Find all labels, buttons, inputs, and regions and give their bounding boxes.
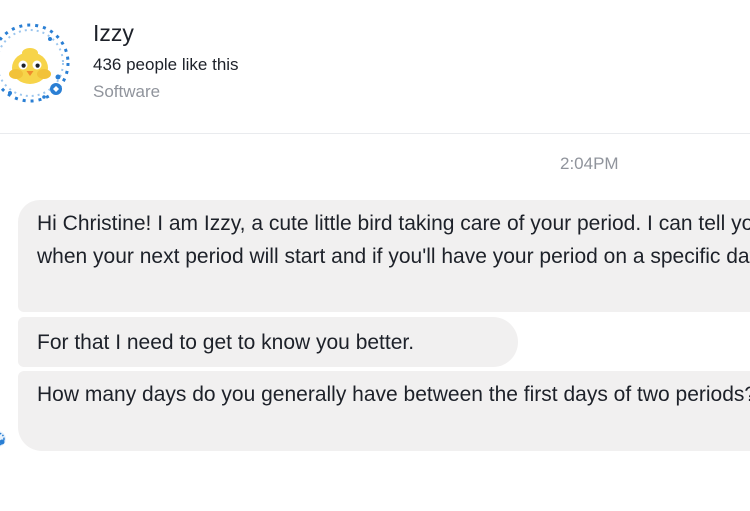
profile-likes: 436 people like this (93, 55, 239, 74)
profile-category: Software (93, 82, 161, 101)
bot-avatar[interactable] (0, 19, 74, 107)
sender-avatar (0, 431, 6, 447)
bird-icon (0, 20, 73, 106)
message-timestamp: 2:04PM (560, 154, 619, 173)
profile-name[interactable]: Izzy (93, 19, 134, 47)
message-bubble: For that I need to get to know you bette… (18, 317, 518, 367)
messenger-conversation: Izzy 436 people like this Software 2:04P… (0, 0, 750, 511)
message-bubble: Hi Christine! I am Izzy, a cute little b… (18, 200, 750, 312)
message-bubble: How many days do you generally have betw… (18, 371, 750, 451)
bird-icon (0, 431, 6, 447)
conversation-header: Izzy 436 people like this Software (0, 0, 750, 134)
